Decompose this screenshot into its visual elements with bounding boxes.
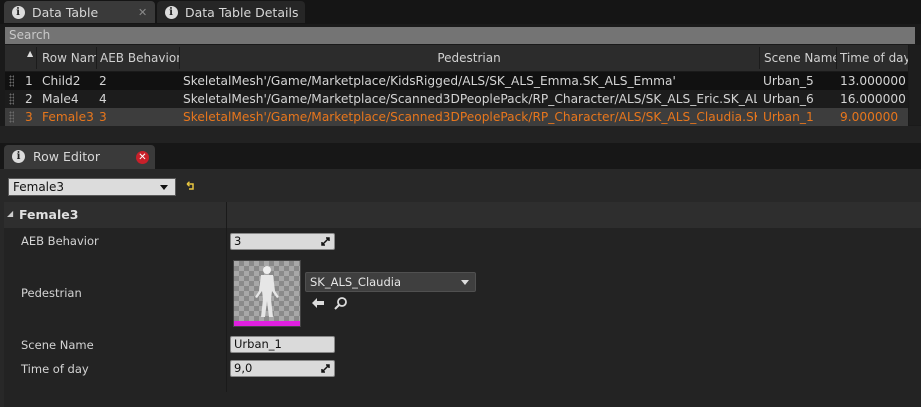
collapse-arrow-icon[interactable]: ◢ [7, 209, 13, 218]
row-selector-dropdown[interactable]: Female3 [8, 178, 176, 196]
time-of-day-label: Time of day [21, 362, 89, 376]
panel-divider [0, 126, 921, 143]
row-scene: Urban_5 [763, 74, 814, 88]
aeb-behavior-value: 3 [234, 234, 242, 248]
row-index: 3 [25, 110, 33, 124]
row-aeb: 4 [99, 92, 107, 106]
spin-drag-icon[interactable] [321, 237, 330, 246]
tab-label: Data Table Details [185, 4, 299, 20]
row-aeb: 2 [99, 74, 107, 88]
row-time: 16.000000 [840, 92, 906, 106]
row-name: Female3 [42, 110, 94, 124]
tab-label: Data Table [32, 4, 99, 20]
table-scrollbar[interactable] [909, 45, 921, 125]
tab-label: Row Editor [33, 149, 100, 164]
info-icon: i [12, 150, 25, 163]
aeb-behavior-label: AEB Behavior [21, 234, 99, 248]
pedestrian-asset-value: SK_ALS_Claudia [310, 275, 402, 289]
asset-thumbnail[interactable] [233, 260, 301, 327]
row-pedestrian: SkeletalMesh'/Game/Marketplace/Scanned3D… [183, 110, 757, 124]
table-row[interactable]: 1 Child2 2 SkeletalMesh'/Game/Marketplac… [5, 72, 908, 90]
row-aeb: 3 [99, 110, 107, 124]
drag-handle-icon[interactable] [9, 111, 14, 123]
col-row-name[interactable]: Row Nam [42, 45, 97, 71]
scene-name-label: Scene Name [21, 338, 94, 352]
pedestrian-label: Pedestrian [21, 286, 82, 300]
spin-drag-icon[interactable] [321, 364, 330, 373]
row-name: Male4 [42, 92, 79, 106]
category-title: Female3 [19, 207, 79, 222]
drag-handle-icon[interactable] [9, 75, 14, 87]
time-of-day-field[interactable]: 9,0 [230, 360, 335, 377]
row-index: 1 [25, 74, 33, 88]
info-icon: i [163, 4, 179, 20]
details-panel [4, 202, 921, 407]
column-divider [36, 47, 37, 69]
scene-name-input[interactable]: Urban_1 [230, 336, 335, 353]
row-index: 2 [25, 92, 33, 106]
tab-data-table-details[interactable]: i Data Table Details [157, 1, 305, 23]
row-pedestrian: SkeletalMesh'/Game/Marketplace/Scanned3D… [183, 92, 757, 106]
col-aeb-behavior[interactable]: AEB Behavior [100, 45, 180, 71]
row-scene: Urban_6 [763, 92, 814, 106]
sort-arrow-icon[interactable]: ▲ [27, 41, 33, 67]
search-input[interactable]: Search [5, 27, 915, 44]
col-scene-name[interactable]: Scene Name [764, 45, 836, 71]
aeb-behavior-field[interactable]: 3 [230, 233, 335, 250]
row-selector-value: Female3 [13, 180, 65, 194]
pedestrian-asset-dropdown[interactable]: SK_ALS_Claudia [305, 272, 476, 292]
row-time: 9.000000 [840, 110, 899, 124]
column-splitter[interactable] [226, 202, 227, 392]
row-time: 13.000000 [840, 74, 906, 88]
table-row[interactable]: 2 Male4 4 SkeletalMesh'/Game/Marketplace… [5, 90, 908, 108]
info-icon: i [10, 4, 26, 20]
drag-handle-icon[interactable] [9, 93, 14, 105]
use-selected-arrow-icon[interactable] [311, 297, 325, 312]
tab-data-table[interactable]: i Data Table ✕ [4, 1, 155, 23]
row-pedestrian: SkeletalMesh'/Game/Marketplace/KidsRigge… [183, 74, 676, 88]
row-name: Child2 [42, 74, 81, 88]
reset-arrow-icon[interactable] [186, 180, 196, 194]
col-time-of-day[interactable]: Time of day [840, 45, 908, 71]
column-divider [836, 47, 837, 69]
browse-search-icon[interactable] [334, 297, 348, 313]
chevron-down-icon [160, 185, 168, 190]
column-divider [96, 47, 97, 69]
chevron-down-icon [461, 280, 469, 285]
row-scene: Urban_1 [763, 110, 814, 124]
table-header: ▲ Row Nam AEB Behavior Pedestrian Scene … [5, 45, 908, 71]
table-row-selected[interactable]: 3 Female3 3 SkeletalMesh'/Game/Marketpla… [5, 108, 908, 126]
col-pedestrian[interactable]: Pedestrian [179, 45, 759, 71]
time-of-day-value: 9,0 [234, 361, 253, 375]
close-icon[interactable]: ✕ [138, 6, 147, 19]
category-header[interactable]: ◢ Female3 [4, 202, 921, 228]
tab-row-editor[interactable]: i Row Editor ✕ [4, 145, 155, 169]
mannequin-thumbnail-image [234, 261, 300, 326]
column-divider [759, 47, 760, 69]
close-icon[interactable]: ✕ [136, 151, 149, 164]
